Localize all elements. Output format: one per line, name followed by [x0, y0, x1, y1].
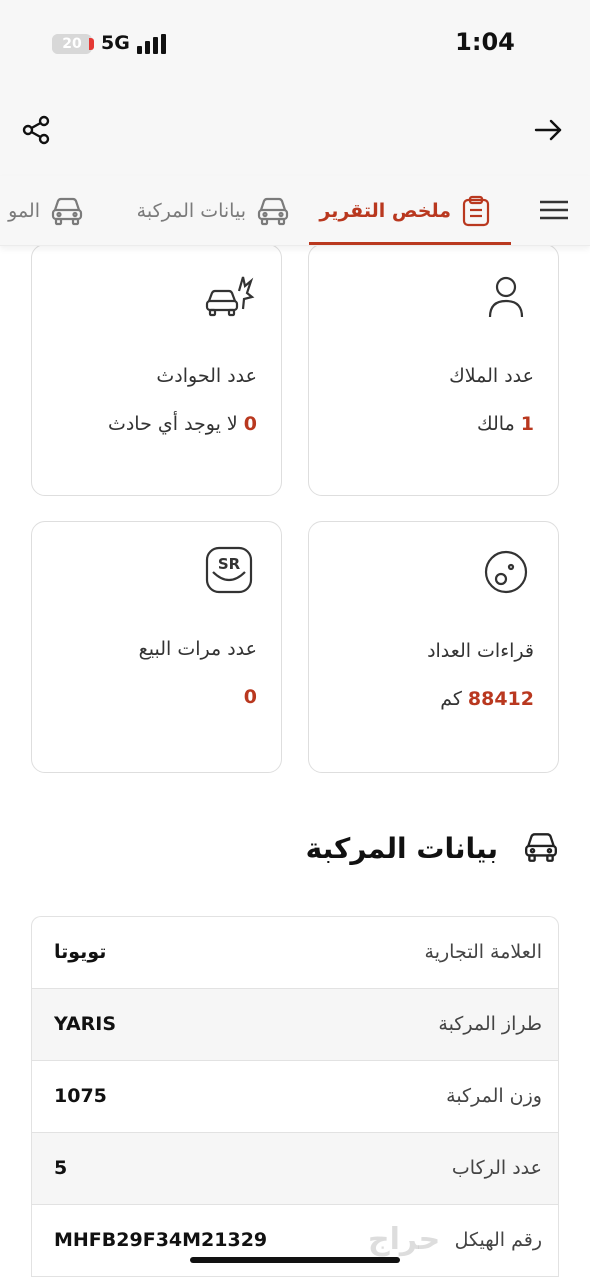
- row-value: 1075: [54, 1085, 107, 1107]
- share-icon: [22, 115, 50, 145]
- owners-count: 1: [520, 413, 534, 435]
- sales-label: عدد مرات البيع: [138, 638, 257, 660]
- battery-level: 20: [62, 36, 82, 52]
- clipboard-icon: [462, 195, 490, 227]
- accidents-count: 0: [243, 413, 257, 435]
- person-icon: [488, 276, 524, 318]
- tab-partial-next[interactable]: المو: [8, 190, 84, 232]
- row-value: YARIS: [54, 1013, 117, 1035]
- network-type: 5G: [101, 32, 130, 54]
- table-row: طراز المركبة YARIS: [32, 989, 558, 1061]
- car-icon: [525, 833, 557, 862]
- row-label: طراز المركبة: [438, 1013, 542, 1035]
- accidents-label: عدد الحوادث: [156, 365, 257, 387]
- odometer-card: قراءات العداد 88412كم: [308, 521, 559, 773]
- status-bar: 20 5G 1:04: [0, 0, 590, 88]
- odometer-value: 88412كم: [440, 688, 534, 710]
- odometer-unit: كم: [440, 688, 462, 710]
- home-indicator[interactable]: [190, 1257, 400, 1263]
- share-button[interactable]: [16, 110, 56, 150]
- car-icon: [51, 197, 83, 226]
- tab-bar: ملخص التقرير بيانات المركبة المو: [0, 176, 590, 246]
- row-label: رقم الهيكل: [454, 1229, 542, 1251]
- app-bar: [0, 88, 590, 176]
- sales-card: SR عدد مرات البيع 0: [31, 521, 282, 773]
- arrow-right-icon: [534, 119, 562, 141]
- sales-count: 0: [243, 686, 257, 708]
- vehicle-data-table: العلامة التجارية تويوتا طراز المركبة YAR…: [31, 916, 559, 1277]
- row-value: MHFB29F34M21329: [54, 1229, 268, 1251]
- owners-label: عدد الملاك: [449, 365, 534, 387]
- watermark: حراج: [368, 1222, 441, 1257]
- tab-label: بيانات المركبة: [136, 200, 246, 222]
- tab-label: ملخص التقرير: [319, 200, 451, 222]
- hamburger-menu-icon: [540, 200, 568, 220]
- owners-unit: مالك: [476, 413, 515, 435]
- active-tab-indicator: [309, 242, 511, 245]
- row-value: 5: [54, 1157, 68, 1179]
- table-row: وزن المركبة 1075: [32, 1061, 558, 1133]
- car-icon: [257, 197, 289, 226]
- odometer-icon: [484, 550, 528, 594]
- row-label: العلامة التجارية: [424, 941, 542, 963]
- signal-strength-icon: [137, 34, 171, 54]
- sr-badge-icon: SR: [205, 546, 253, 594]
- odometer-reading: 88412: [467, 688, 534, 710]
- tab-vehicle-data[interactable]: بيانات المركبة: [137, 190, 290, 232]
- row-label: عدد الركاب: [451, 1157, 542, 1179]
- table-row: العلامة التجارية تويوتا: [32, 917, 558, 989]
- row-value: تويوتا: [54, 941, 107, 963]
- tab-report-summary[interactable]: ملخص التقرير: [319, 190, 491, 232]
- status-time: 1:04: [455, 28, 515, 56]
- row-label: وزن المركبة: [446, 1085, 542, 1107]
- owners-card: عدد الملاك 1مالك: [308, 244, 559, 496]
- menu-button[interactable]: [534, 190, 574, 230]
- tab-label: المو: [8, 200, 40, 222]
- table-row: عدد الركاب 5: [32, 1133, 558, 1205]
- svg-text:SR: SR: [218, 555, 241, 573]
- owners-value: 1مالك: [477, 413, 534, 435]
- sales-value: 0: [238, 686, 257, 708]
- table-row: رقم الهيكل MHFB29F34M21329: [32, 1205, 558, 1277]
- odometer-label: قراءات العداد: [427, 640, 534, 662]
- back-button[interactable]: [528, 110, 568, 150]
- accidents-unit: لا يوجد أي حادث: [107, 413, 238, 435]
- accidents-card: عدد الحوادث 0لا يوجد أي حادث: [31, 244, 282, 496]
- accidents-value: 0لا يوجد أي حادث: [108, 413, 257, 435]
- battery-low-indicator: [89, 38, 94, 50]
- battery-icon: 20: [52, 34, 92, 54]
- car-crash-icon: [205, 276, 255, 317]
- vehicle-section-title: بيانات المركبة: [305, 832, 498, 865]
